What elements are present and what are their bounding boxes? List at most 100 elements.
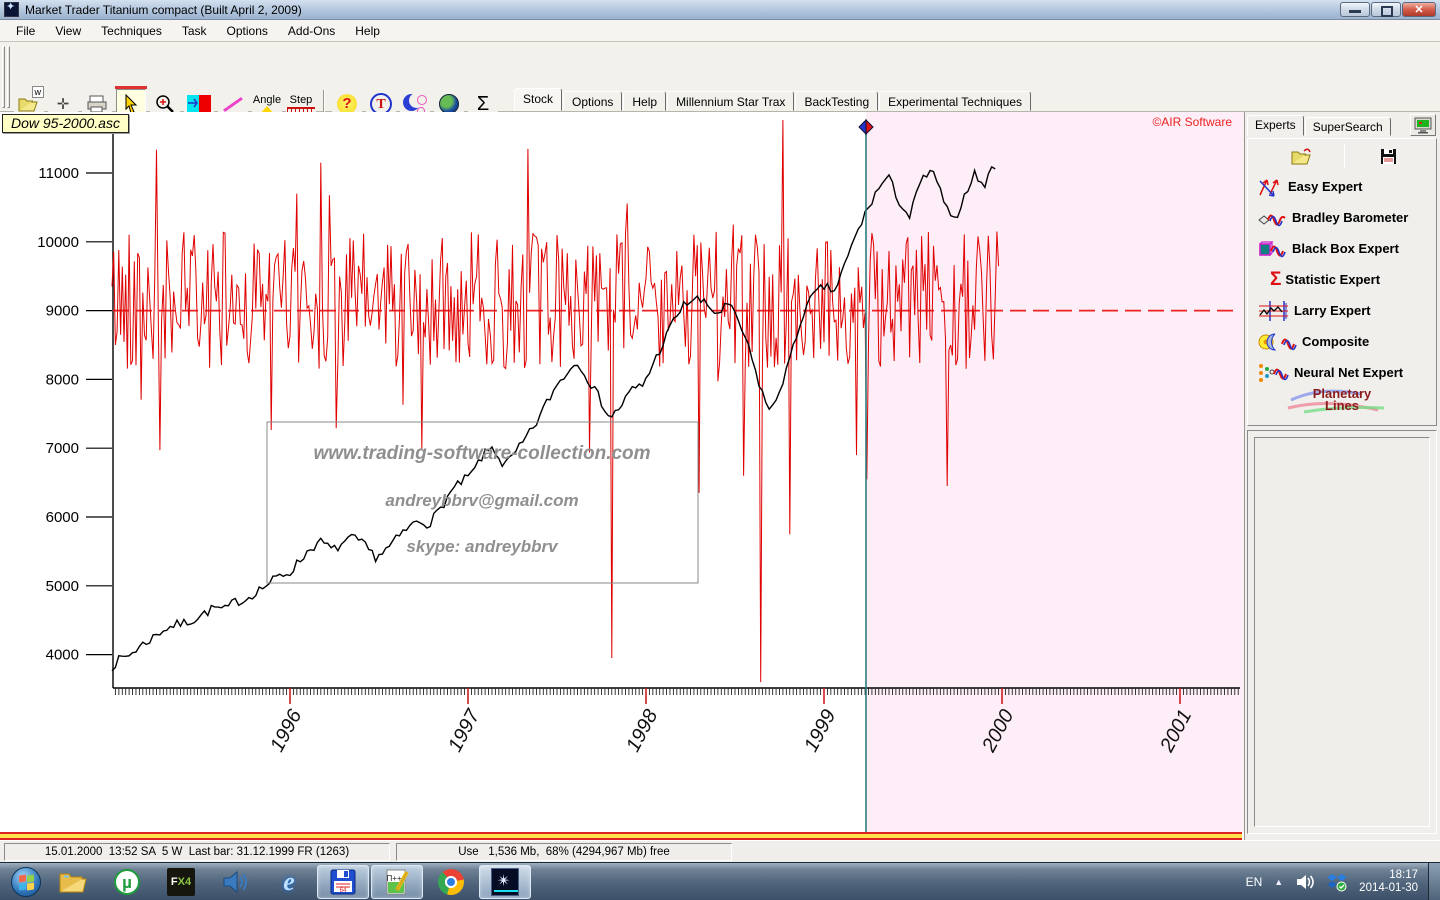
tab-millennium-star-trax[interactable]: Millennium Star Trax	[667, 91, 794, 111]
menu-view[interactable]: View	[45, 21, 91, 41]
toolbar-grip[interactable]	[2, 46, 5, 108]
svg-text:64: 64	[340, 888, 347, 894]
tab-help[interactable]: Help	[623, 91, 666, 111]
plus-icon: ✛	[57, 95, 70, 113]
taskbar-fx4[interactable]: FX4	[155, 865, 207, 899]
cursor-icon	[123, 94, 139, 114]
neural-net-expert-icon	[1258, 362, 1290, 384]
sigma-icon: Σ	[1270, 269, 1281, 291]
show-desktop-button[interactable]	[1428, 863, 1440, 900]
load-expert-button[interactable]	[1286, 143, 1316, 169]
svg-text:5000: 5000	[46, 578, 79, 595]
close-button[interactable]	[1402, 2, 1436, 17]
expert-item-black-box-expert[interactable]: Black Box Expert	[1248, 233, 1436, 264]
taskbar: µ FX4 e 64	[0, 862, 1440, 900]
tab-experimental-techniques[interactable]: Experimental Techniques	[879, 91, 1031, 111]
black-box-expert-icon	[1258, 239, 1288, 259]
supersearch-results-panel	[1247, 430, 1437, 834]
desktop: Market Trader Titanium compact (Built Ap…	[0, 0, 1440, 900]
taskbar-editor-app[interactable]: Π++	[371, 865, 423, 899]
svg-text:1999: 1999	[800, 706, 840, 756]
panel-tab-strip: Experts SuperSearch	[1247, 115, 1392, 136]
dropbox-icon[interactable]	[1327, 872, 1347, 892]
minimize-button[interactable]	[1340, 2, 1370, 17]
svg-text:9000: 9000	[46, 303, 79, 320]
svg-text:10000: 10000	[37, 234, 79, 251]
air-software-credit: ©AIR Software	[1152, 115, 1232, 129]
utorrent-icon: µ	[114, 869, 140, 895]
ie-icon: e	[283, 867, 295, 897]
language-indicator[interactable]: EN	[1246, 875, 1263, 889]
menu-task[interactable]: Task	[172, 21, 217, 41]
toolbar-grip[interactable]	[7, 46, 10, 108]
expert-item-planetary-lines[interactable]: Planetary Lines	[1248, 388, 1436, 412]
watermark-line2: andreybbrv@gmail.com	[385, 491, 578, 510]
svg-text:4000: 4000	[46, 647, 79, 664]
tab-stock[interactable]: Stock	[514, 88, 562, 111]
tab-backtesting[interactable]: BackTesting	[795, 91, 878, 111]
monitor-button[interactable]	[1410, 114, 1436, 136]
restore-button[interactable]	[1371, 2, 1401, 17]
title-bar[interactable]: Market Trader Titanium compact (Built Ap…	[0, 0, 1440, 20]
taskbar-market-trader[interactable]	[479, 865, 531, 899]
chart-pane[interactable]: 1100010000900080007000600050004000199619…	[0, 112, 1244, 832]
tray-chevron-icon[interactable]: ▲	[1274, 877, 1283, 887]
expert-item-easy-expert[interactable]: Easy Expert	[1248, 171, 1436, 202]
taskbar-chrome[interactable]	[425, 865, 477, 899]
w-badge: w	[32, 86, 45, 98]
expert-item-larry-expert[interactable]: Larry Expert	[1248, 295, 1436, 326]
expert-item-bradley-barometer[interactable]: Bradley Barometer	[1248, 202, 1436, 233]
tab-supersearch[interactable]: SuperSearch	[1305, 117, 1391, 136]
market-trader-icon	[491, 868, 519, 896]
save-expert-button[interactable]	[1373, 143, 1403, 169]
svg-text:1998: 1998	[622, 706, 662, 756]
expert-item-neural-net-expert[interactable]: Neural Net Expert	[1248, 357, 1436, 388]
svg-text:1996: 1996	[266, 705, 307, 755]
watermark-line1: www.trading-software-collection.com	[313, 443, 650, 464]
svg-text:8000: 8000	[46, 371, 79, 388]
editor-app-icon: Π++	[383, 868, 411, 896]
separator	[1344, 144, 1345, 168]
status-memory-info: Use 1,536 Mb, 68% (4294,967 Mb) free	[396, 843, 732, 861]
monitor-icon	[1414, 117, 1432, 134]
cursor-diamond-icon[interactable]	[859, 120, 866, 134]
volume-icon[interactable]	[1295, 873, 1315, 891]
experts-list: Easy Expert Bradley Barometer Black Box …	[1247, 138, 1437, 426]
expert-item-statistic-expert[interactable]: Σ Statistic Expert	[1248, 264, 1436, 295]
taskbar-volume-app[interactable]	[209, 865, 261, 899]
menu-bar: File View Techniques Task Options Add-On…	[0, 20, 1440, 42]
system-tray: EN ▲ 18:17 2014-01-30	[1246, 869, 1428, 895]
expert-item-composite[interactable]: Composite	[1248, 326, 1436, 357]
chrome-icon	[438, 869, 464, 895]
windows-logo-icon	[11, 867, 41, 897]
taskbar-explorer[interactable]	[47, 865, 99, 899]
menu-techniques[interactable]: Techniques	[91, 21, 172, 41]
question-icon: ?	[337, 94, 357, 114]
tray-clock[interactable]: 18:17 2014-01-30	[1359, 869, 1422, 895]
svg-text:7000: 7000	[46, 440, 79, 457]
explorer-icon	[58, 870, 88, 894]
toolbar: w ✛	[0, 42, 1440, 112]
easy-expert-icon	[1258, 176, 1284, 198]
menu-addons[interactable]: Add-Ons	[278, 21, 345, 41]
menu-options[interactable]: Options	[217, 21, 278, 41]
tray-date: 2014-01-30	[1359, 882, 1418, 895]
chart-bottom-stripe	[0, 832, 1242, 840]
status-date-info: 15.01.2000 13:52 SA 5 W Last bar: 31.12.…	[4, 843, 390, 861]
tray-time: 18:17	[1359, 869, 1418, 882]
taskbar-utorrent[interactable]: µ	[101, 865, 153, 899]
speaker-app-icon	[221, 869, 249, 895]
tab-options[interactable]: Options	[563, 91, 622, 111]
start-button[interactable]	[6, 865, 46, 899]
menu-help[interactable]: Help	[345, 21, 390, 41]
menu-file[interactable]: File	[6, 21, 45, 41]
tab-experts[interactable]: Experts	[1247, 115, 1304, 136]
chart-file-label[interactable]: Dow 95-2000.asc	[2, 114, 129, 133]
price-chart[interactable]: 1100010000900080007000600050004000199619…	[0, 112, 1244, 832]
taskbar-floppy64-app[interactable]: 64	[317, 865, 369, 899]
svg-text:6000: 6000	[46, 509, 79, 526]
taskbar-internet-explorer[interactable]: e	[263, 865, 315, 899]
save-icon	[1380, 148, 1397, 165]
line-icon	[223, 96, 243, 111]
step-label: Step	[290, 95, 313, 105]
